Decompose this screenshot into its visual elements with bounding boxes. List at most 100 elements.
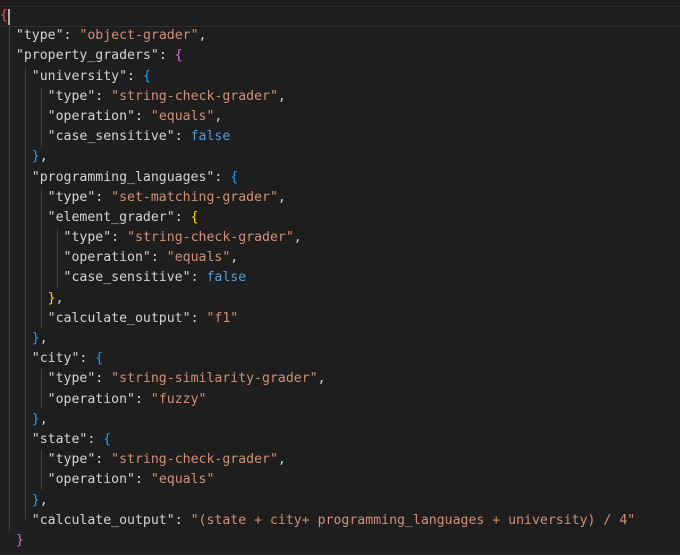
code-line[interactable]: }, <box>0 410 680 430</box>
code-token: : <box>174 209 191 225</box>
code-token: "programming_languages" <box>31 169 215 185</box>
code-token: : <box>134 391 151 407</box>
code-line[interactable]: "element_grader": { <box>0 208 680 228</box>
code-token: , <box>214 108 223 124</box>
code-token: "element_grader" <box>47 209 175 225</box>
code-token: : <box>158 48 175 64</box>
code-token: "string-check-grader" <box>111 88 278 104</box>
code-token: false <box>206 270 247 286</box>
code-line[interactable]: }, <box>0 329 680 349</box>
code-token: , <box>39 331 48 346</box>
code-token: : <box>134 472 151 488</box>
code-token: { <box>174 48 183 64</box>
code-token: "calculate_output" <box>47 310 191 326</box>
code-token: "object-grader" <box>79 28 199 44</box>
code-token: "type" <box>15 28 64 44</box>
code-token: , <box>39 492 48 508</box>
code-line[interactable]: "type": "set-matching-grader", <box>0 188 680 208</box>
code-token: : <box>174 129 191 145</box>
code-line[interactable]: "operation": "equals" <box>0 470 680 490</box>
code-token: "case_sensitive" <box>47 129 175 145</box>
code-token: } <box>31 149 40 165</box>
code-token: : <box>174 512 191 528</box>
code-line[interactable]: "city": { <box>0 349 680 369</box>
code-token: } <box>47 290 56 306</box>
code-line[interactable]: } <box>0 531 680 551</box>
code-token: : <box>95 88 112 104</box>
code-token: } <box>15 532 24 548</box>
code-line[interactable]: "case_sensitive": false <box>0 268 680 288</box>
code-line[interactable]: "case_sensitive": false <box>0 127 680 147</box>
code-line[interactable]: "type": "string-check-grader", <box>0 228 680 248</box>
code-line[interactable]: "calculate_output": "(state + city+ prog… <box>0 511 680 531</box>
code-token: : <box>214 169 231 185</box>
code-token: "calculate_output" <box>31 512 175 528</box>
code-token: } <box>31 331 40 346</box>
code-token: "type" <box>47 371 96 387</box>
code-token: "set-matching-grader" <box>111 189 278 205</box>
code-token: : <box>95 371 112 387</box>
code-line[interactable]: "programming_languages": { <box>0 168 680 188</box>
code-line[interactable]: "type": "string-similarity-grader", <box>0 369 680 389</box>
code-token: "case_sensitive" <box>63 270 191 286</box>
code-token: "equals" <box>150 108 215 124</box>
code-token: "(state + city+ programming_languages + … <box>190 512 636 528</box>
code-token: : <box>190 310 207 326</box>
code-line[interactable]: "state": { <box>0 430 680 450</box>
code-line[interactable]: "operation": "fuzzy" <box>0 390 680 410</box>
code-token: { <box>142 68 151 84</box>
code-line[interactable]: }, <box>0 289 680 309</box>
code-token: "property_graders" <box>15 48 159 64</box>
code-lines[interactable]: { "type": "object-grader", "property_gra… <box>0 6 680 551</box>
code-token: { <box>95 351 104 367</box>
code-line[interactable]: "university": { <box>0 67 680 87</box>
code-token: "type" <box>47 189 96 205</box>
code-line[interactable]: { <box>0 6 680 26</box>
code-line[interactable]: "type": "object-grader", <box>0 26 680 46</box>
code-line[interactable]: "operation": "equals", <box>0 107 680 127</box>
code-token: , <box>293 230 302 246</box>
code-token: "string-similarity-grader" <box>111 371 318 387</box>
code-line[interactable]: "calculate_output": "f1" <box>0 309 680 329</box>
code-line[interactable]: "type": "string-check-grader", <box>0 450 680 470</box>
code-line[interactable]: "operation": "equals", <box>0 248 680 268</box>
code-token: : <box>127 68 143 84</box>
code-token: : <box>63 28 80 44</box>
code-token: , <box>198 28 207 44</box>
code-token: , <box>317 371 326 387</box>
code-token: : <box>134 108 151 124</box>
code-token: "string-check-grader" <box>127 230 294 246</box>
code-editor[interactable]: { "type": "object-grader", "property_gra… <box>0 0 680 555</box>
code-token: "equals" <box>166 250 231 266</box>
code-token: { <box>103 431 112 447</box>
code-line[interactable]: "property_graders": { <box>0 46 680 66</box>
code-line[interactable]: "type": "string-check-grader", <box>0 87 680 107</box>
code-token: } <box>31 492 40 508</box>
code-token: , <box>39 149 48 165</box>
code-line[interactable]: }, <box>0 491 680 511</box>
code-token: "equals" <box>150 472 215 488</box>
code-token: "f1" <box>206 310 239 326</box>
code-token: "university" <box>31 68 128 84</box>
code-token: "string-check-grader" <box>111 452 278 468</box>
code-line[interactable]: }, <box>0 147 680 167</box>
code-token: : <box>111 230 128 246</box>
code-token: : <box>190 270 207 286</box>
code-token: false <box>190 129 231 145</box>
code-token: , <box>39 411 48 427</box>
code-token: "type" <box>63 230 112 246</box>
